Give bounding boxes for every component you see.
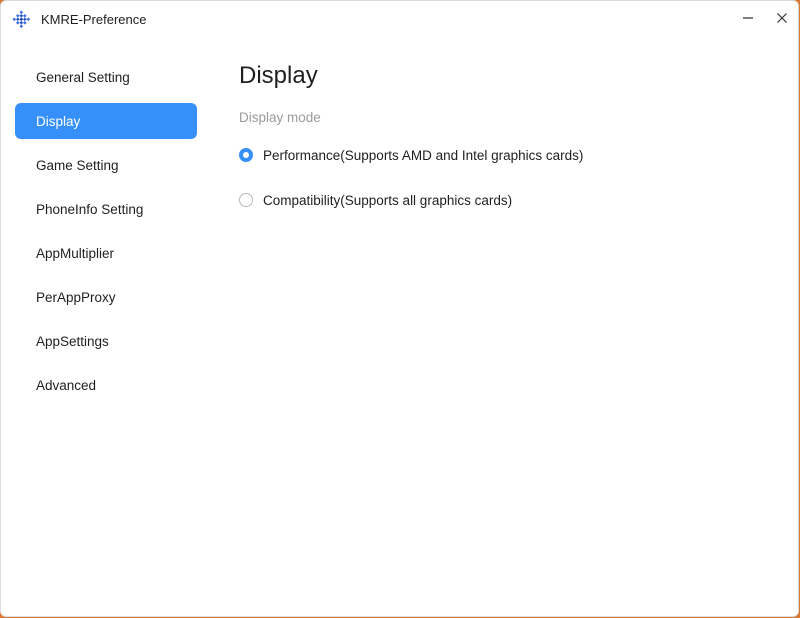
sidebar-item-phoneinfo-setting[interactable]: PhoneInfo Setting (15, 191, 197, 227)
page-title: Display (239, 62, 318, 89)
close-button[interactable] (771, 9, 793, 31)
kmre-app-icon (11, 10, 31, 30)
performance-mode-label: Performance(Supports AMD and Intel graph… (263, 147, 584, 163)
title-bar: KMRE-Preference (1, 1, 798, 39)
compatibility-radio[interactable] (239, 193, 253, 207)
sidebar-item-perappproxy[interactable]: PerAppProxy (15, 279, 197, 315)
sidebar-item-appmultiplier[interactable]: AppMultiplier (15, 235, 197, 271)
window-title: KMRE-Preference (41, 12, 147, 27)
sidebar-item-label: AppMultiplier (36, 245, 115, 261)
performance-radio[interactable] (239, 148, 253, 162)
performance-mode-option[interactable]: Performance(Supports AMD and Intel graph… (239, 145, 778, 165)
sidebar-item-label: PhoneInfo Setting (36, 201, 144, 217)
minimize-button[interactable] (737, 9, 759, 31)
preference-window: KMRE-Preference General Setting Display (0, 0, 799, 617)
radio-dot (243, 152, 249, 158)
sidebar-item-advanced[interactable]: Advanced (15, 367, 197, 403)
display-mode-label: Display mode (239, 110, 321, 125)
sidebar-item-label: AppSettings (36, 333, 109, 349)
sidebar-item-game-setting[interactable]: Game Setting (15, 147, 197, 183)
sidebar-item-general-setting[interactable]: General Setting (15, 59, 197, 95)
minimize-icon (742, 11, 754, 29)
sidebar-nav: General Setting Display Game Setting Pho… (15, 59, 197, 411)
sidebar-item-display[interactable]: Display (15, 103, 197, 139)
sidebar-item-label: Display (36, 113, 81, 129)
compatibility-mode-option[interactable]: Compatibility(Supports all graphics card… (239, 190, 778, 210)
close-icon (776, 11, 788, 29)
sidebar-item-label: Advanced (36, 377, 97, 393)
sidebar-item-label: General Setting (36, 69, 130, 85)
sidebar-item-label: Game Setting (36, 157, 119, 173)
compatibility-mode-label: Compatibility(Supports all graphics card… (263, 192, 513, 208)
sidebar-item-label: PerAppProxy (36, 289, 116, 305)
display-settings-panel: Display Display mode Performance(Support… (239, 59, 778, 210)
sidebar-item-appsettings[interactable]: AppSettings (15, 323, 197, 359)
